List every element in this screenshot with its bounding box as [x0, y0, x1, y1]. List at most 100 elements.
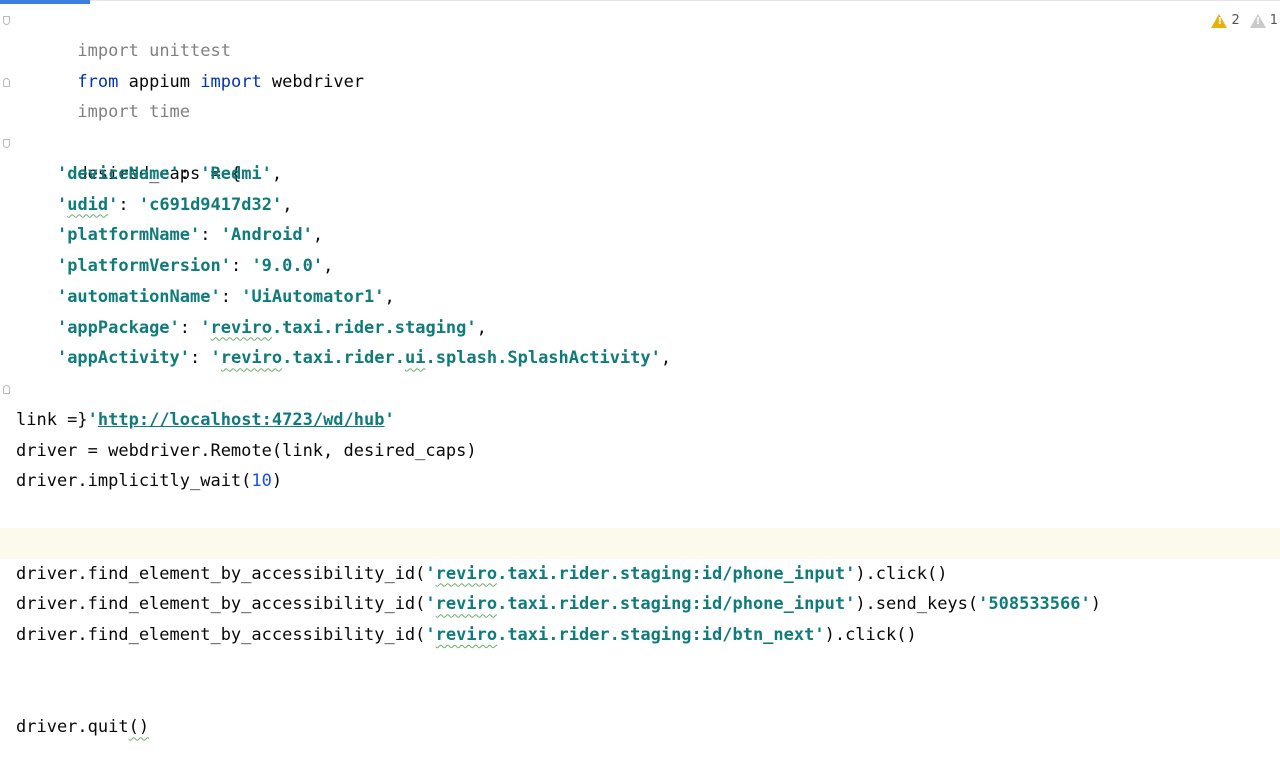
- dict-key-typo: udid: [67, 194, 109, 215]
- dict-key: 'deviceName': [56, 163, 180, 184]
- code-line[interactable]: 'appActivity': 'reviro.taxi.rider.ui.spl…: [0, 343, 1280, 374]
- code-line[interactable]: }: [0, 374, 1280, 430]
- dict-value-typo: ui: [405, 348, 426, 369]
- code-text: driver.find_element_by_accessibility_id(: [16, 625, 426, 645]
- url-link[interactable]: http://localhost:4723/wd/hub: [98, 410, 385, 430]
- quote: ': [425, 625, 436, 645]
- quote: ': [425, 594, 436, 615]
- string-literal: .taxi.rider.staging:id/phone_input': [497, 563, 856, 584]
- separator: :: [179, 317, 201, 338]
- dict-value: .splash.SplashActivity': [425, 348, 661, 369]
- dict-key: 'appPackage': [56, 317, 180, 338]
- dict-key: 'platformName': [56, 225, 201, 246]
- code-lines[interactable]: import unittest from appium import webdr…: [0, 5, 1280, 743]
- quote: ': [108, 194, 119, 215]
- code-text: ): [1090, 594, 1101, 615]
- dict-value: '9.0.0': [251, 256, 324, 276]
- code-text: driver.find_element_by_accessibility_id(: [16, 563, 426, 584]
- quote: ': [87, 409, 98, 430]
- dict-key: 'automationName': [56, 286, 221, 307]
- dict-key: 'platformVersion': [56, 256, 231, 276]
- separator: ,: [312, 225, 324, 246]
- code-line[interactable]: driver.find_element_by_accessibility_id(…: [0, 620, 1280, 651]
- string-literal: .taxi.rider.staging:id/btn_next': [497, 625, 825, 645]
- code-text: driver.implicitly_wait(: [16, 471, 252, 492]
- separator: ,: [384, 286, 395, 307]
- code-editor[interactable]: 2 1 import unittest from appium import w…: [0, 0, 1280, 776]
- code-line[interactable]: 'udid': 'c691d9417d32',: [0, 190, 1280, 221]
- separator: ,: [271, 163, 283, 184]
- string-typo: reviro: [435, 594, 498, 615]
- code-line[interactable]: driver.implicitly_wait(10): [0, 466, 1280, 497]
- fold-close-icon[interactable]: [3, 77, 11, 88]
- code-line-empty[interactable]: [0, 651, 1280, 682]
- separator: :: [118, 194, 139, 215]
- fold-open-icon[interactable]: [3, 16, 11, 26]
- dict-value: 'UiAutomator1': [241, 286, 385, 307]
- code-text: driver.find_element_by_accessibility_id(: [16, 594, 426, 615]
- code-text: driver = webdriver.Remote(link, desired_…: [16, 440, 477, 461]
- code-text: link =: [16, 409, 88, 430]
- code-text: ).send_keys(: [855, 594, 979, 615]
- separator: :: [200, 225, 221, 246]
- dict-value: .taxi.rider.: [282, 348, 405, 369]
- code-line[interactable]: 'appPackage': 'reviro.taxi.rider.staging…: [0, 313, 1280, 344]
- code-line-empty[interactable]: [0, 497, 1280, 528]
- number-literal: 10: [251, 471, 272, 492]
- separator: :: [179, 163, 201, 184]
- dict-key: 'appActivity': [56, 348, 191, 369]
- separator: :: [220, 286, 242, 307]
- separator: :: [230, 256, 252, 276]
- current-line-caret[interactable]: [0, 527, 1280, 559]
- string-literal: '508533566': [978, 594, 1091, 615]
- code-line[interactable]: driver.find_element_by_accessibility_id(…: [0, 559, 1280, 590]
- quote: ': [384, 409, 395, 430]
- code-line[interactable]: 'automationName': 'UiAutomator1',: [0, 282, 1280, 313]
- code-line[interactable]: 'platformName': 'Android',: [0, 220, 1280, 251]
- code-text: ).click(): [855, 563, 948, 584]
- separator: ,: [282, 194, 293, 215]
- separator: ,: [323, 256, 334, 276]
- editor-top-border: [90, 0, 1280, 1]
- fold-open-icon[interactable]: [3, 139, 11, 149]
- code-line-empty[interactable]: [0, 97, 1280, 128]
- code-line-empty[interactable]: [0, 682, 1280, 713]
- dict-value: 'Android': [220, 225, 313, 246]
- dict-value: 'c691d9417d32': [138, 194, 283, 215]
- code-line[interactable]: from appium import webdriver: [0, 36, 1280, 92]
- dict-value-typo: reviro: [210, 317, 272, 338]
- code-text: ).click(): [824, 625, 917, 645]
- code-line[interactable]: 'deviceName': 'Redmi',: [0, 159, 1280, 190]
- code-text: driver.quit: [16, 717, 129, 738]
- code-line[interactable]: driver.quit(): [0, 712, 1280, 743]
- code-line[interactable]: import time: [0, 67, 1280, 122]
- string-typo: reviro: [435, 563, 498, 584]
- tab-indicator: [0, 0, 90, 4]
- separator: ,: [476, 317, 487, 338]
- separator: ,: [660, 348, 672, 369]
- code-line[interactable]: import unittest: [0, 5, 1280, 61]
- code-line[interactable]: link = 'http://localhost:4723/wd/hub': [0, 405, 1280, 436]
- code-text: ): [271, 471, 283, 492]
- code-line[interactable]: desired_caps = {: [0, 128, 1280, 184]
- dict-value-typo: reviro: [220, 348, 283, 369]
- code-text-warning: (): [128, 717, 150, 738]
- string-typo: reviro: [435, 625, 498, 645]
- fold-close-icon[interactable]: [3, 385, 11, 395]
- string-literal: .taxi.rider.staging:id/phone_input': [497, 594, 856, 615]
- dict-value: 'Redmi': [200, 163, 272, 184]
- code-line[interactable]: 'platformVersion': '9.0.0',: [0, 251, 1280, 282]
- separator: :: [190, 348, 211, 369]
- dict-value: .taxi.rider.staging': [271, 317, 477, 338]
- quote: ': [425, 563, 436, 584]
- quote: ': [56, 194, 68, 215]
- code-line[interactable]: driver.find_element_by_accessibility_id(…: [0, 589, 1280, 620]
- code-line[interactable]: driver = webdriver.Remote(link, desired_…: [0, 436, 1280, 467]
